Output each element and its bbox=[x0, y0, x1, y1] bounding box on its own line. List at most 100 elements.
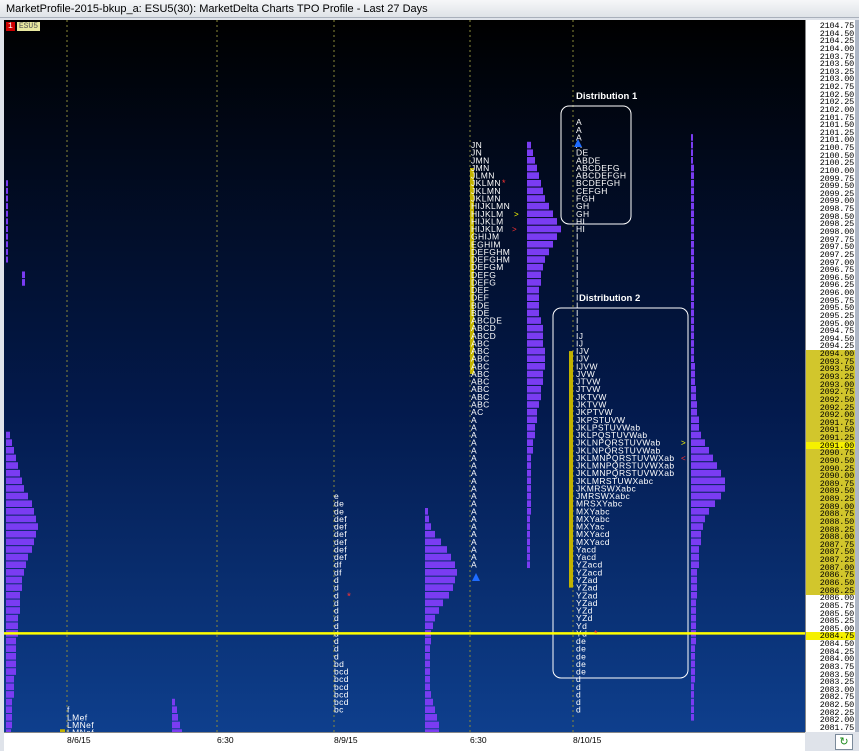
open-marker-star: * bbox=[594, 628, 598, 638]
time-label: 8/6/15 bbox=[67, 735, 91, 745]
tpo-histogram-bar bbox=[425, 591, 449, 599]
tpo-histogram-bar bbox=[6, 546, 32, 553]
tpo-histogram-bar bbox=[691, 187, 694, 195]
tpo-histogram-bar bbox=[691, 271, 694, 279]
open-marker-star: * bbox=[347, 591, 351, 602]
price-scale[interactable]: 2104.75 2104.50 2104.25 2104.00 2103.75 2103.… bbox=[805, 20, 856, 732]
distribution-2-label: Distribution 2 bbox=[579, 293, 640, 304]
tpo-histogram-bar bbox=[6, 431, 10, 439]
tpo-histogram-bar bbox=[6, 607, 20, 614]
tpo-histogram-bar bbox=[691, 508, 709, 515]
tpo-histogram-bar bbox=[527, 225, 561, 233]
tpo-histogram-bar bbox=[6, 203, 8, 210]
tpo-histogram-bar bbox=[6, 721, 12, 729]
tpo-histogram-bar bbox=[6, 637, 16, 645]
tpo-histogram-bar bbox=[6, 660, 16, 668]
tpo-histogram-bar bbox=[691, 202, 694, 210]
tpo-histogram-bar bbox=[425, 538, 441, 546]
tpo-histogram-bar bbox=[527, 523, 530, 530]
tpo-histogram-bar bbox=[6, 439, 12, 446]
time-label: 6:30 bbox=[217, 735, 234, 745]
tpo-histogram-bar bbox=[527, 401, 539, 408]
tpo-histogram-bar bbox=[6, 698, 12, 706]
tpo-histogram-bar bbox=[425, 599, 443, 607]
tpo-histogram-bar bbox=[22, 279, 25, 286]
tpo-histogram-bar bbox=[527, 309, 539, 317]
tpo-histogram-bar bbox=[425, 515, 429, 523]
close-marker: < bbox=[681, 454, 686, 463]
tpo-histogram-bar bbox=[6, 599, 20, 607]
tpo-histogram-bar bbox=[6, 714, 12, 721]
tpo-histogram-bar bbox=[691, 378, 695, 385]
tpo-letter-row: d bbox=[576, 705, 581, 715]
tpo-chart-svg: fLMefLMNefLMNefKLNPefKLNPWefedededefdefd… bbox=[4, 20, 805, 732]
tpo-histogram-bar bbox=[691, 157, 693, 164]
tpo-chart-area[interactable]: fLMefLMNefLMNefKLNPefKLNPWefedededefdefd… bbox=[4, 20, 805, 732]
tpo-histogram-bar bbox=[691, 141, 693, 149]
distribution-1-label: Distribution 1 bbox=[576, 91, 638, 102]
tpo-histogram-bar bbox=[527, 302, 539, 309]
tpo-histogram-bar bbox=[6, 500, 32, 508]
tpo-histogram-bar bbox=[425, 683, 430, 691]
tpo-histogram-bar bbox=[527, 187, 543, 195]
tpo-histogram-bar bbox=[6, 241, 8, 248]
tpo-histogram-bar bbox=[425, 584, 453, 591]
tpo-histogram-bar bbox=[691, 652, 695, 660]
tpo-histogram-bar bbox=[691, 691, 694, 698]
tpo-histogram-bar bbox=[527, 431, 535, 439]
tpo-histogram-bar bbox=[691, 462, 717, 469]
refresh-button[interactable]: ↻ bbox=[835, 734, 853, 750]
tpo-histogram-bar bbox=[6, 569, 24, 576]
tpo-histogram-bar bbox=[691, 416, 699, 424]
tpo-histogram-bar bbox=[425, 622, 433, 630]
tpo-histogram-bar bbox=[691, 385, 696, 393]
symbol-tag[interactable]: 1 ESU5 bbox=[6, 21, 41, 31]
tpo-histogram-bar bbox=[6, 561, 26, 569]
tpo-histogram-bar bbox=[691, 500, 715, 507]
tpo-histogram-bar bbox=[6, 645, 16, 652]
tpo-histogram-bar bbox=[691, 355, 694, 363]
tpo-histogram-bar bbox=[6, 691, 14, 698]
tpo-histogram-bar bbox=[691, 660, 695, 668]
tpo-histogram-bar bbox=[6, 584, 22, 591]
tpo-histogram-bar bbox=[6, 454, 16, 462]
tpo-histogram-bar bbox=[691, 446, 709, 454]
tpo-histogram-bar bbox=[6, 508, 34, 515]
tpo-histogram-bar bbox=[6, 530, 36, 538]
tpo-histogram-bar bbox=[691, 248, 694, 256]
tpo-histogram-bar bbox=[691, 553, 699, 561]
tpo-histogram-bar bbox=[691, 317, 694, 324]
tpo-histogram-bar bbox=[527, 393, 541, 401]
tpo-histogram-bar bbox=[691, 210, 694, 218]
tpo-histogram-bar bbox=[527, 363, 545, 370]
tpo-histogram-bar bbox=[527, 530, 530, 538]
tpo-histogram-bar bbox=[6, 614, 18, 622]
tpo-histogram-bar bbox=[6, 515, 36, 523]
time-label: 8/9/15 bbox=[334, 735, 358, 745]
blue-triangle-marker bbox=[472, 573, 480, 581]
tpo-histogram-bar bbox=[691, 340, 694, 347]
tpo-histogram-bar bbox=[691, 286, 694, 294]
tpo-histogram-bar bbox=[691, 576, 697, 584]
tpo-histogram-bar bbox=[527, 370, 543, 378]
tpo-histogram-bar bbox=[691, 324, 694, 332]
tpo-histogram-bar bbox=[527, 279, 541, 286]
tpo-histogram-bar bbox=[6, 675, 14, 683]
tpo-histogram-bar bbox=[527, 179, 541, 187]
tpo-histogram-bar bbox=[527, 500, 531, 507]
time-axis: 8/6/15 6:30 8/9/15 6:30 8/10/15 bbox=[4, 732, 805, 751]
tpo-histogram-bar bbox=[527, 271, 541, 279]
tpo-histogram-bar bbox=[172, 721, 180, 729]
tpo-histogram-bar bbox=[6, 683, 14, 691]
tpo-histogram-bar bbox=[691, 584, 697, 591]
tpo-histogram-bar bbox=[691, 240, 694, 248]
tpo-histogram-bar bbox=[425, 691, 431, 698]
tpo-histogram-bar bbox=[425, 637, 431, 645]
value-area-bar bbox=[569, 351, 573, 588]
tpo-letter-row: A bbox=[471, 560, 477, 570]
tpo-histogram-bar bbox=[527, 408, 537, 416]
tpo-histogram-bar bbox=[425, 530, 435, 538]
tpo-histogram-bar bbox=[527, 462, 531, 469]
tpo-histogram-bar bbox=[691, 698, 694, 706]
tpo-histogram-bar bbox=[527, 164, 537, 172]
